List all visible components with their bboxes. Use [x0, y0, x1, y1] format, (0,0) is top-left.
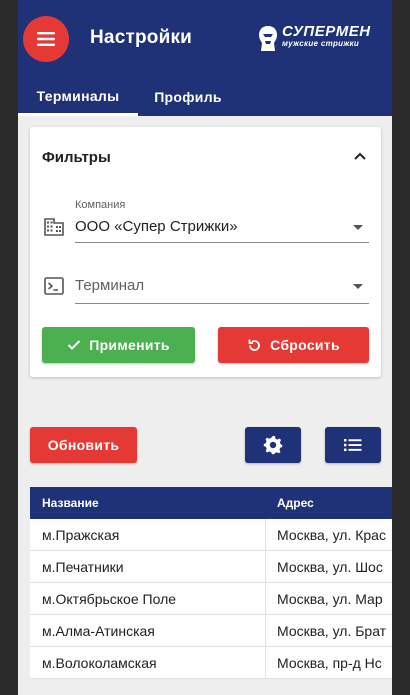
check-icon: [67, 340, 81, 350]
app-frame: Настройки СУПЕРМЕН мужские стрижки Терми…: [18, 0, 392, 695]
terminal-placeholder: Терминал: [75, 277, 145, 294]
table-row[interactable]: м.Печатники Москва, ул. Шос: [30, 551, 392, 583]
logo-wordmark: СУПЕРМЕН: [282, 23, 371, 40]
refresh-icon: [248, 339, 260, 351]
superman-logo-icon: [259, 26, 277, 51]
cell-name: м.Пражская: [42, 527, 120, 543]
tab-terminals[interactable]: Терминалы: [18, 78, 138, 116]
terminal-select[interactable]: Терминал: [75, 271, 369, 304]
reset-label: Сбросить: [270, 337, 340, 353]
tab-profile[interactable]: Профиль: [138, 78, 238, 116]
column-divider: [265, 583, 266, 614]
cell-address: Москва, ул. Крас: [277, 527, 386, 543]
table-header: Название Адрес: [30, 487, 392, 519]
cell-name: м.Печатники: [42, 559, 124, 575]
table-row[interactable]: м.Пражская Москва, ул. Крас: [30, 519, 392, 551]
apply-label: Применить: [89, 337, 170, 353]
page-title: Настройки: [90, 27, 193, 48]
refresh-button[interactable]: Обновить: [30, 427, 137, 463]
table-row[interactable]: м.Волоколамская Москва, пр-д Нс: [30, 647, 392, 679]
gear-icon: [263, 435, 283, 455]
table-row[interactable]: м.Алма-Атинская Москва, ул. Брат: [30, 615, 392, 647]
logo-tagline: мужские стрижки: [282, 39, 360, 48]
company-select[interactable]: Компания ООО «Супер Стрижки»: [75, 199, 369, 243]
column-divider: [265, 615, 266, 646]
menu-button[interactable]: [23, 16, 69, 62]
filters-title: Фильтры: [42, 149, 111, 166]
cell-address: Москва, пр-д Нс: [277, 655, 382, 671]
terminal-icon: [44, 277, 64, 295]
list-icon: [344, 439, 362, 452]
columns-button[interactable]: [325, 427, 381, 463]
cell-address: Москва, ул. Брат: [277, 623, 387, 639]
column-divider: [265, 647, 266, 678]
cell-address: Москва, ул. Шос: [277, 559, 383, 575]
column-header-name[interactable]: Название: [42, 487, 99, 519]
dropdown-arrow-icon: [353, 284, 363, 289]
building-icon: [44, 218, 64, 236]
cell-name: м.Октябрьское Поле: [42, 591, 177, 607]
company-label: Компания: [75, 199, 126, 211]
cell-name: м.Волоколамская: [42, 655, 157, 671]
menu-icon: [37, 32, 55, 46]
reset-button[interactable]: Сбросить: [218, 327, 369, 363]
top-app-bar: Настройки СУПЕРМЕН мужские стрижки: [18, 0, 392, 78]
company-value: ООО «Супер Стрижки»: [75, 218, 238, 235]
terminals-table: Название Адрес м.Пражская Москва, ул. Кр…: [30, 487, 392, 679]
tab-bar: Терминалы Профиль: [18, 78, 392, 116]
apply-button[interactable]: Применить: [42, 327, 195, 363]
settings-button[interactable]: [245, 427, 301, 463]
column-header-address[interactable]: Адрес: [277, 487, 314, 519]
column-divider: [265, 519, 266, 550]
brand-logo: СУПЕРМЕН мужские стрижки: [256, 23, 382, 55]
dropdown-arrow-icon: [353, 225, 363, 230]
table-row[interactable]: м.Октябрьское Поле Москва, ул. Мар: [30, 583, 392, 615]
chevron-up-icon[interactable]: [353, 151, 367, 161]
filters-panel: Фильтры Компания ООО «Супер Стрижки» Тер…: [30, 127, 381, 377]
column-divider: [265, 551, 266, 582]
cell-name: м.Алма-Атинская: [42, 623, 155, 639]
cell-address: Москва, ул. Мар: [277, 591, 383, 607]
